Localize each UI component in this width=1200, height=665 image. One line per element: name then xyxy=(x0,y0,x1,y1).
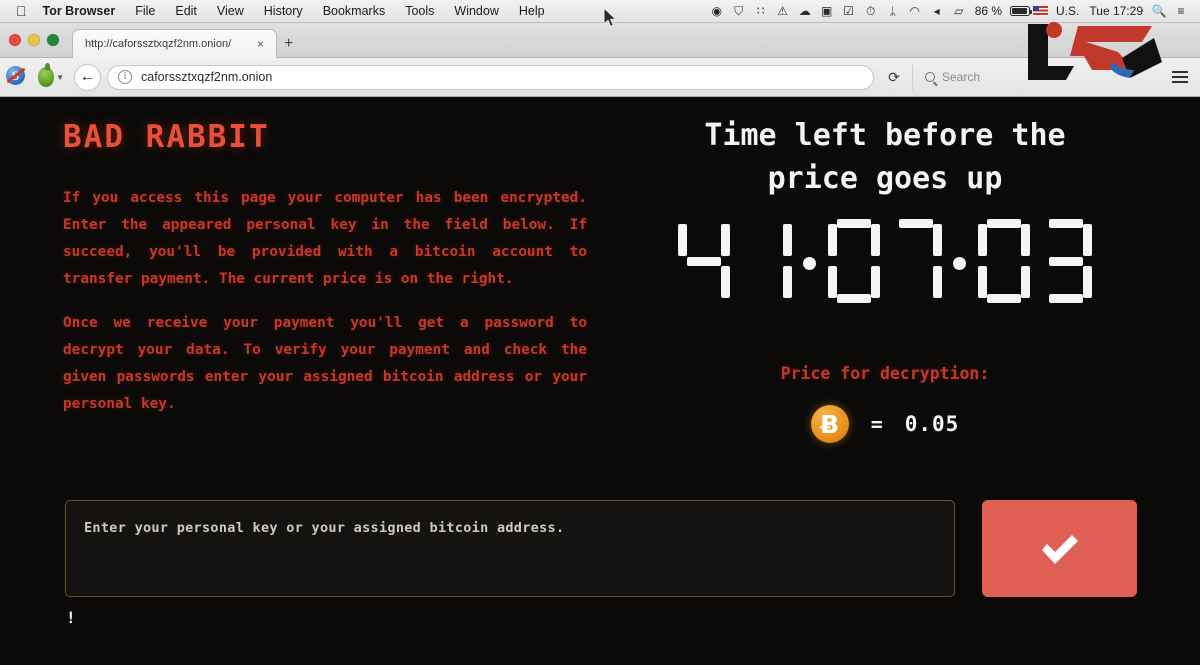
menu-bookmarks[interactable]: Bookmarks xyxy=(313,4,396,18)
ransom-note-text: If you access this page your computer ha… xyxy=(63,185,587,418)
menu-edit[interactable]: Edit xyxy=(165,4,207,18)
wifi-icon[interactable]: ◠ xyxy=(904,5,926,17)
torbutton-onion-icon[interactable]: ▼ xyxy=(38,63,64,88)
countdown-digit xyxy=(978,219,1030,303)
us-flag-icon xyxy=(1033,6,1049,16)
battery-percent-label: 86 % xyxy=(974,4,1003,18)
menubar-clock[interactable]: Tue 17:29 xyxy=(1084,4,1148,18)
equals-sign: = xyxy=(870,412,883,436)
noscript-icon[interactable]: S xyxy=(6,66,32,88)
hamburger-menu-icon[interactable] xyxy=(1166,71,1200,83)
text-cursor-indicator: ! xyxy=(66,608,76,627)
battery-icon[interactable] xyxy=(1010,6,1033,16)
new-tab-button[interactable]: + xyxy=(284,36,293,52)
countdown-separator xyxy=(802,219,818,303)
volume-icon[interactable]: ◂ xyxy=(926,5,948,17)
cloud-icon[interactable]: ☁ xyxy=(794,5,816,17)
menu-app-name[interactable]: Tor Browser xyxy=(41,4,126,18)
close-window-button[interactable] xyxy=(9,34,21,46)
zoom-window-button[interactable] xyxy=(47,34,59,46)
countdown-digit xyxy=(828,219,880,303)
countdown-digit xyxy=(890,219,942,303)
notification-center-icon[interactable]: ≡ xyxy=(1170,5,1192,17)
tab-title-label: http://caforssztxqzf2nm.onion/ xyxy=(85,38,232,50)
countdown-digit xyxy=(678,219,730,303)
price-label: Price for decryption: xyxy=(780,364,990,383)
site-info-icon[interactable]: i xyxy=(118,70,132,84)
browser-tab-active[interactable]: http://caforssztxqzf2nm.onion/ × xyxy=(72,29,277,58)
time-machine-icon[interactable]: ⏱ xyxy=(860,5,882,17)
checkbox-icon[interactable]: ☑ xyxy=(838,5,860,17)
dropbox-icon[interactable]: ∷ xyxy=(750,5,772,17)
menu-tools[interactable]: Tools xyxy=(395,4,444,18)
price-row: Ƀ = 0.05 xyxy=(600,405,1170,443)
browser-navigation-bar: S ▼ ← i caforssztxqzf2nm.onion ⟳ Search xyxy=(0,58,1200,97)
back-button[interactable]: ← xyxy=(74,63,101,91)
personal-key-input[interactable]: Enter your personal key or your assigned… xyxy=(65,500,955,597)
countdown-heading-line1: Time left before the xyxy=(704,118,1066,153)
countdown-separator xyxy=(952,219,968,303)
macos-menubar:  Tor Browser File Edit View History Boo… xyxy=(0,0,1200,23)
menu-file[interactable]: File xyxy=(125,4,165,18)
ransom-note-page: BAD RABBIT If you access this page your … xyxy=(0,97,1200,665)
news-site-logo-watermark xyxy=(1026,18,1166,84)
minimize-window-button[interactable] xyxy=(28,34,40,46)
browser-window-screenshot:  Tor Browser File Edit View History Boo… xyxy=(0,0,1200,665)
url-bar[interactable]: i caforssztxqzf2nm.onion xyxy=(107,64,874,90)
noscript-badge: S xyxy=(6,66,25,85)
countdown-heading-line2: price goes up xyxy=(767,161,1003,196)
browser-tab-strip: http://caforssztxqzf2nm.onion/ × + xyxy=(0,23,1200,58)
menu-history[interactable]: History xyxy=(254,4,313,18)
page-title: BAD RABBIT xyxy=(63,119,270,155)
alert-triangle-icon[interactable]: ⚠ xyxy=(772,5,794,17)
menu-help[interactable]: Help xyxy=(509,4,555,18)
price-amount: 0.05 xyxy=(904,412,960,436)
menu-view[interactable]: View xyxy=(207,4,254,18)
chevron-down-icon: ▼ xyxy=(56,72,64,82)
ransom-paragraph-1: If you access this page your computer ha… xyxy=(63,190,587,287)
search-icon xyxy=(925,72,935,82)
countdown-timer xyxy=(600,219,1170,303)
spotlight-search-icon[interactable]: 🔍 xyxy=(1148,5,1170,17)
window-traffic-lights xyxy=(9,34,59,46)
countdown-heading: Time left before the price goes up xyxy=(600,114,1170,200)
bluetooth-icon[interactable]: ᛦ xyxy=(882,5,904,17)
ransom-paragraph-2: Once we receive your payment you'll get … xyxy=(63,315,587,412)
onion-glyph xyxy=(38,63,55,87)
url-text: caforssztxqzf2nm.onion xyxy=(141,70,273,84)
bitcoin-coin-icon: Ƀ xyxy=(810,405,849,443)
shield-icon[interactable]: ⛉ xyxy=(728,5,750,17)
reload-icon[interactable]: ⟳ xyxy=(882,69,906,86)
screen-icon[interactable]: ▣ xyxy=(816,5,838,17)
countdown-digit xyxy=(1040,219,1092,303)
input-source-label[interactable]: U.S. xyxy=(1051,4,1084,18)
checkmark-icon xyxy=(1037,526,1083,572)
countdown-digit xyxy=(740,219,792,303)
apple-logo-icon[interactable]:  xyxy=(0,4,41,18)
menu-window[interactable]: Window xyxy=(444,4,508,18)
menubar-status-area: ◉ ⛉ ∷ ⚠ ☁ ▣ ☑ ⏱ ᛦ ◠ ◂ ▱ 86 % U.S. Tue 17… xyxy=(706,4,1200,18)
search-placeholder: Search xyxy=(942,70,981,84)
airplay-icon[interactable]: ▱ xyxy=(948,5,970,17)
record-icon[interactable]: ◉ xyxy=(706,5,728,17)
submit-button[interactable] xyxy=(982,500,1137,597)
personal-key-placeholder: Enter your personal key or your assigned… xyxy=(84,520,565,536)
close-tab-icon[interactable]: × xyxy=(253,37,268,51)
